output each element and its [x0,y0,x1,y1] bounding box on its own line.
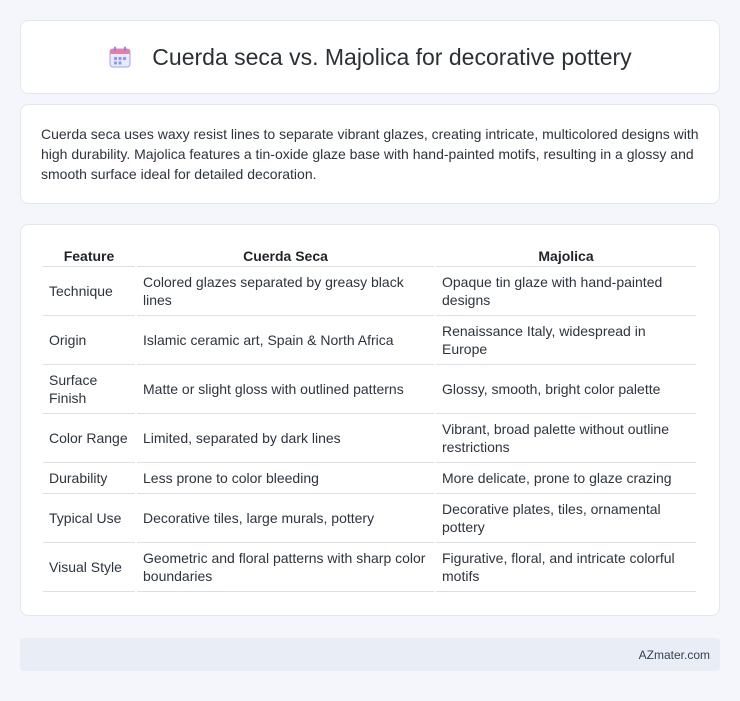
cuerda-seca-cell: Decorative tiles, large murals, pottery [137,494,434,543]
cuerda-seca-cell: Colored glazes separated by greasy black… [137,267,434,316]
majolica-cell: More delicate, prone to glaze crazing [436,463,696,494]
table-row: Durability Less prone to color bleeding … [43,463,696,494]
table-header-row: Feature Cuerda Seca Majolica [43,247,696,267]
feature-cell: Visual Style [43,543,135,592]
feature-cell: Color Range [43,414,135,463]
cuerda-seca-cell: Limited, separated by dark lines [137,414,434,463]
footer-bar: AZmater.com [20,638,720,671]
intro-card: Cuerda seca uses waxy resist lines to se… [20,104,720,204]
title-card: Cuerda seca vs. Majolica for decorative … [20,20,720,94]
table-row: Technique Colored glazes separated by gr… [43,267,696,316]
intro-paragraph: Cuerda seca uses waxy resist lines to se… [41,126,699,182]
cuerda-seca-cell: Less prone to color bleeding [137,463,434,494]
table-row: Surface Finish Matte or slight gloss wit… [43,365,696,414]
majolica-cell: Renaissance Italy, widespread in Europe [436,316,696,365]
cuerda-seca-cell: Islamic ceramic art, Spain & North Afric… [137,316,434,365]
comparison-card: Feature Cuerda Seca Majolica Technique C… [20,224,720,616]
majolica-cell: Vibrant, broad palette without outline r… [436,414,696,463]
column-header-majolica: Majolica [436,247,696,267]
calendar-icon [108,45,132,69]
feature-cell: Surface Finish [43,365,135,414]
majolica-cell: Decorative plates, tiles, ornamental pot… [436,494,696,543]
feature-cell: Origin [43,316,135,365]
majolica-cell: Glossy, smooth, bright color palette [436,365,696,414]
column-header-cuerda-seca: Cuerda Seca [137,247,434,267]
majolica-cell: Figurative, floral, and intricate colorf… [436,543,696,592]
cuerda-seca-cell: Geometric and floral patterns with sharp… [137,543,434,592]
table-row: Color Range Limited, separated by dark l… [43,414,696,463]
footer-brand[interactable]: AZmater.com [639,648,710,662]
majolica-cell: Opaque tin glaze with hand-painted desig… [436,267,696,316]
table-row: Visual Style Geometric and floral patter… [43,543,696,592]
column-header-feature: Feature [43,247,135,267]
feature-cell: Technique [43,267,135,316]
feature-cell: Typical Use [43,494,135,543]
table-row: Origin Islamic ceramic art, Spain & Nort… [43,316,696,365]
comparison-table: Feature Cuerda Seca Majolica Technique C… [41,247,698,592]
page-title: Cuerda seca vs. Majolica for decorative … [152,43,632,70]
feature-cell: Durability [43,463,135,494]
table-row: Typical Use Decorative tiles, large mura… [43,494,696,543]
cuerda-seca-cell: Matte or slight gloss with outlined patt… [137,365,434,414]
